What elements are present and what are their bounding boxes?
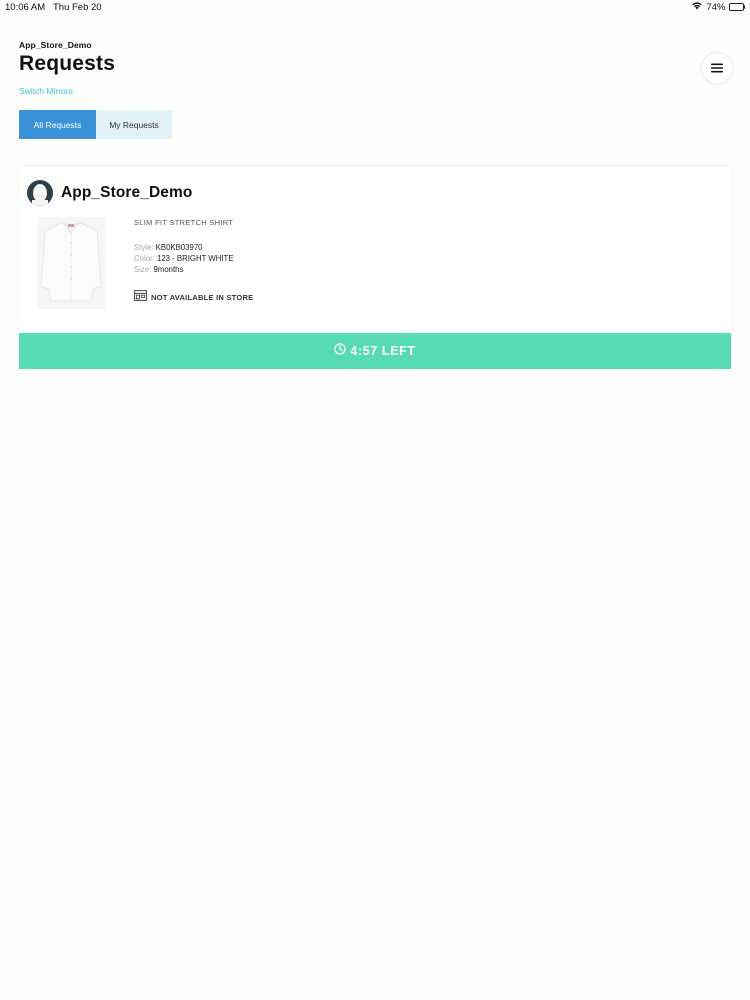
hamburger-menu-icon	[711, 63, 723, 73]
menu-button[interactable]	[701, 52, 733, 84]
status-date: Thu Feb 20	[53, 2, 102, 13]
page-title: Requests	[19, 52, 116, 75]
product-attributes: Style: KB0KB03970 Color: 123 - BRIGHT WH…	[134, 243, 253, 274]
request-card[interactable]: App_Store_Demo SLIM FIT STRETCH SHIRT St…	[19, 167, 731, 369]
product-image	[37, 217, 105, 309]
tab-all-requests[interactable]: All Requests	[19, 110, 96, 139]
color-value: 123 - BRIGHT WHITE	[156, 254, 234, 263]
timer-label: 4:57 LEFT	[350, 344, 416, 358]
timer-button[interactable]: 4:57 LEFT	[19, 333, 731, 369]
status-right: 74%	[691, 1, 745, 13]
product-color: Color: 123 - BRIGHT WHITE	[134, 254, 253, 263]
switch-mirrors-link[interactable]: Switch Mirrors	[19, 86, 73, 96]
store-label: App_Store_Demo	[19, 40, 92, 50]
tab-my-requests[interactable]: My Requests	[96, 110, 172, 139]
battery-percent: 74%	[706, 1, 726, 13]
battery-icon	[728, 3, 745, 11]
availability-status: NOT AVAILABLE IN STORE	[134, 288, 253, 306]
store-icon	[134, 288, 147, 306]
product-name: SLIM FIT STRETCH SHIRT	[134, 218, 234, 227]
wifi-icon	[691, 1, 703, 13]
page-header: App_Store_Demo Requests Switch Mirrors	[19, 40, 115, 99]
product-style: Style: KB0KB03970	[134, 243, 253, 252]
card-header: App_Store_Demo	[27, 180, 192, 206]
size-label: Size:	[134, 265, 152, 274]
request-tabs: All Requests My Requests	[19, 110, 172, 139]
color-label: Color:	[134, 254, 155, 263]
style-value: KB0KB03970	[155, 243, 203, 252]
size-value: 9months	[153, 265, 184, 274]
status-time: 10:06 AM	[5, 2, 46, 13]
product-size: Size: 9months	[134, 265, 253, 274]
product-info: SLIM FIT STRETCH SHIRT Style: KB0KB03970…	[134, 218, 253, 306]
availability-text: NOT AVAILABLE IN STORE	[151, 292, 254, 302]
status-bar: 10:06 AM Thu Feb 20 74%	[0, 0, 750, 16]
clock-icon	[334, 342, 347, 360]
card-store-name: App_Store_Demo	[61, 184, 193, 201]
user-avatar-icon	[27, 180, 53, 206]
style-label: Style:	[134, 243, 154, 252]
